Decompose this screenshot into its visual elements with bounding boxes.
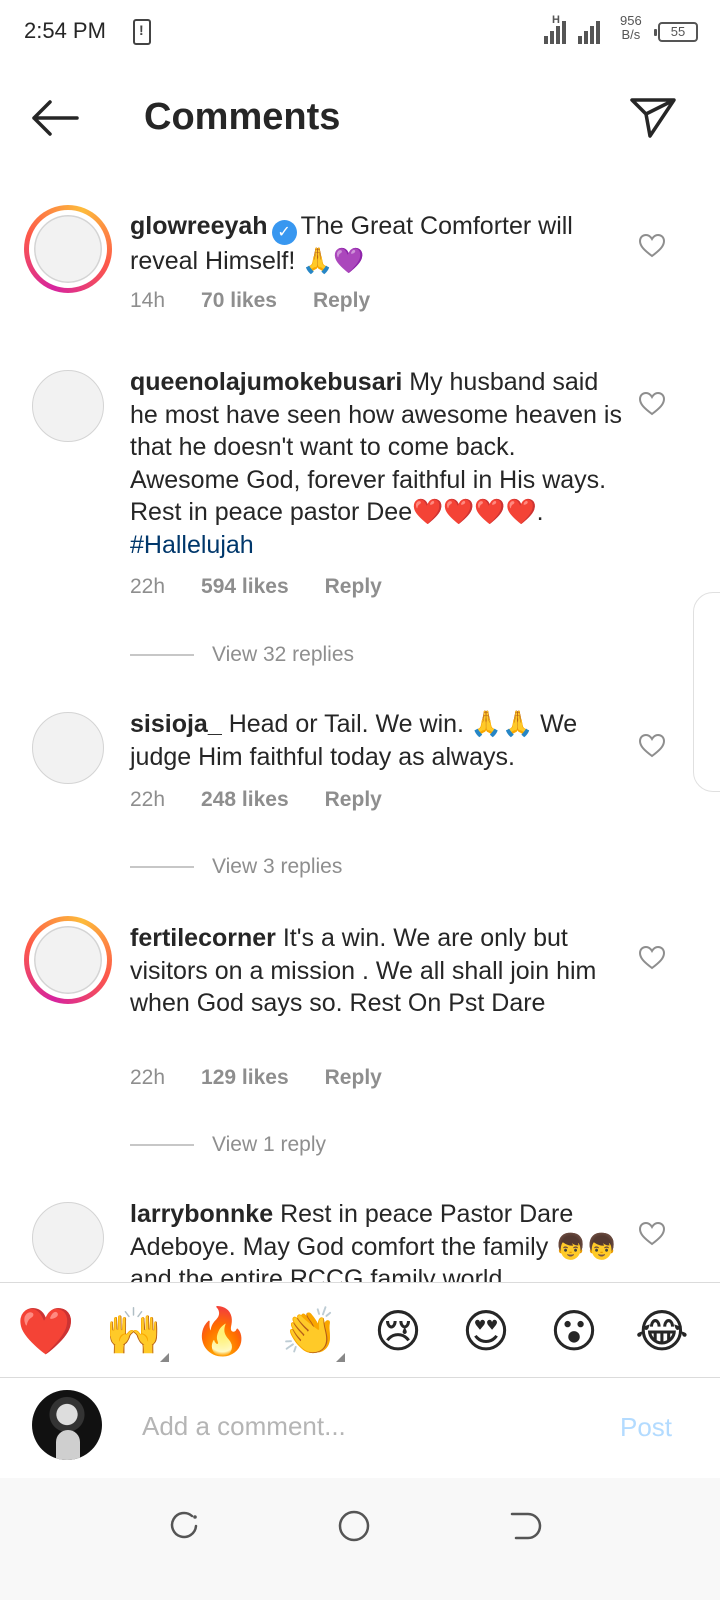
net-speed-unit: B/s (621, 27, 641, 42)
comment-meta: 22h 594 likes Reply (130, 575, 382, 599)
comment-meta: 22h 248 likes Reply (130, 788, 382, 812)
recent-apps-button[interactable] (164, 1506, 204, 1546)
heart-icon (638, 1221, 666, 1246)
comment-username[interactable]: queenolajumokebusari (130, 368, 402, 396)
heart-icon (638, 233, 666, 258)
hashtag-link[interactable]: #Hallelujah (130, 531, 254, 559)
avatar-image (32, 370, 104, 442)
avatar[interactable] (24, 916, 112, 1004)
divider-line (130, 866, 194, 868)
like-button[interactable] (638, 1221, 666, 1247)
side-panel-handle[interactable] (693, 592, 720, 792)
view-replies-button[interactable]: View 1 reply (130, 1133, 326, 1157)
view-replies-button[interactable]: View 3 replies (130, 855, 342, 879)
comment-likes[interactable]: 248 likes (201, 788, 289, 811)
page-title: Comments (144, 96, 341, 138)
view-replies-label: View 3 replies (212, 855, 343, 878)
like-button[interactable] (638, 233, 666, 259)
comment-likes[interactable]: 594 likes (201, 575, 289, 598)
avatar-image (29, 210, 107, 288)
comment-text: fertilecorner It's a win. We are only bu… (130, 922, 630, 1020)
phone-alert-icon (133, 19, 151, 45)
comment-input-bar: Post (0, 1378, 720, 1478)
skin-tone-indicator-icon (160, 1353, 169, 1362)
view-replies-label: View 1 reply (212, 1133, 327, 1156)
comment-text: queenolajumokebusari My husband said he … (130, 366, 630, 561)
emoji-raised-hands-button[interactable]: 🙌 (104, 1301, 164, 1361)
reply-button[interactable]: Reply (325, 1066, 382, 1089)
avatar[interactable] (24, 362, 112, 450)
emoji-clap-button[interactable]: 👏 (280, 1301, 340, 1361)
share-button[interactable] (628, 94, 678, 140)
skin-tone-indicator-icon (336, 1353, 345, 1362)
comment-input[interactable] (142, 1404, 582, 1448)
comment-likes[interactable]: 129 likes (201, 1066, 289, 1089)
divider-line (130, 1144, 194, 1146)
comment-username[interactable]: glowreeyah (130, 212, 268, 240)
comment-text: sisioja_ Head or Tail. We win. 🙏🙏 We jud… (130, 708, 630, 773)
heart-icon (638, 945, 666, 970)
like-button[interactable] (638, 391, 666, 417)
current-user-avatar (32, 1390, 102, 1460)
signal-icon (544, 18, 566, 44)
view-replies-label: View 32 replies (212, 643, 355, 666)
avatar-image (32, 1202, 104, 1274)
home-icon (338, 1510, 370, 1542)
home-button[interactable] (334, 1506, 374, 1546)
comment-time: 22h (130, 1066, 166, 1089)
comment-username[interactable]: sisioja_ (130, 710, 222, 738)
comment-username[interactable]: fertilecorner (130, 924, 276, 952)
emoji-crying-button[interactable]: 😢 (368, 1301, 428, 1361)
avatar[interactable] (24, 205, 112, 293)
divider-line (130, 654, 194, 656)
heart-icon (638, 391, 666, 416)
paper-plane-icon (630, 98, 676, 138)
emoji-heart-button[interactable]: ❤️ (16, 1301, 76, 1361)
header: Comments (0, 64, 720, 174)
comment-username[interactable]: larrybonnke (130, 1200, 273, 1228)
battery-icon: 55 (654, 22, 698, 42)
emoji-reaction-bar: ❤️ 🙌 🔥 👏 😢 😍 😮 😂 (0, 1282, 720, 1378)
back-nav-button[interactable] (504, 1506, 544, 1546)
comment-text: larrybonnke Rest in peace Pastor Dare Ad… (130, 1198, 630, 1282)
comment-time: 22h (130, 575, 166, 598)
comment-time: 14h (130, 289, 166, 312)
comment-item: larrybonnke Rest in peace Pastor Dare Ad… (0, 1190, 720, 1282)
reply-button[interactable]: Reply (325, 575, 382, 598)
avatar[interactable] (24, 704, 112, 792)
net-speed-value: 956 (620, 13, 642, 28)
avatar[interactable] (24, 1194, 112, 1282)
emoji-heart-eyes-button[interactable]: 😍 (456, 1301, 516, 1361)
view-replies-button[interactable]: View 32 replies (130, 643, 354, 667)
verified-badge-icon: ✓ (271, 220, 297, 245)
comment-text: glowreeyah ✓ The Great Comforter will reve… (130, 210, 630, 278)
reply-button[interactable]: Reply (325, 788, 382, 811)
heart-icon (638, 733, 666, 758)
comment-meta: 14h 70 likes Reply (130, 289, 370, 313)
back-button[interactable] (30, 98, 82, 138)
reply-button[interactable]: Reply (313, 289, 370, 312)
signal-icon-2 (578, 18, 600, 44)
comment-meta: 22h 129 likes Reply (130, 1066, 382, 1090)
comment-time: 22h (130, 788, 166, 811)
system-nav-bar (0, 1478, 720, 1600)
net-speed: 956 B/s (620, 14, 642, 42)
avatar-image (29, 921, 107, 999)
like-button[interactable] (638, 945, 666, 971)
emoji-laughing-button[interactable]: 😂 (632, 1301, 692, 1361)
recent-apps-icon (170, 1511, 198, 1539)
post-button[interactable]: Post (620, 1412, 672, 1443)
emoji-fire-button[interactable]: 🔥 (192, 1301, 252, 1361)
status-bar: 2:54 PM H 956 B/s 55 (0, 0, 720, 64)
comment-likes[interactable]: 70 likes (201, 289, 277, 312)
emoji-surprised-button[interactable]: 😮 (544, 1301, 604, 1361)
status-time: 2:54 PM (24, 18, 106, 43)
like-button[interactable] (638, 733, 666, 759)
back-nav-icon (510, 1512, 542, 1540)
avatar-image (32, 712, 104, 784)
arrow-left-icon (32, 100, 79, 136)
